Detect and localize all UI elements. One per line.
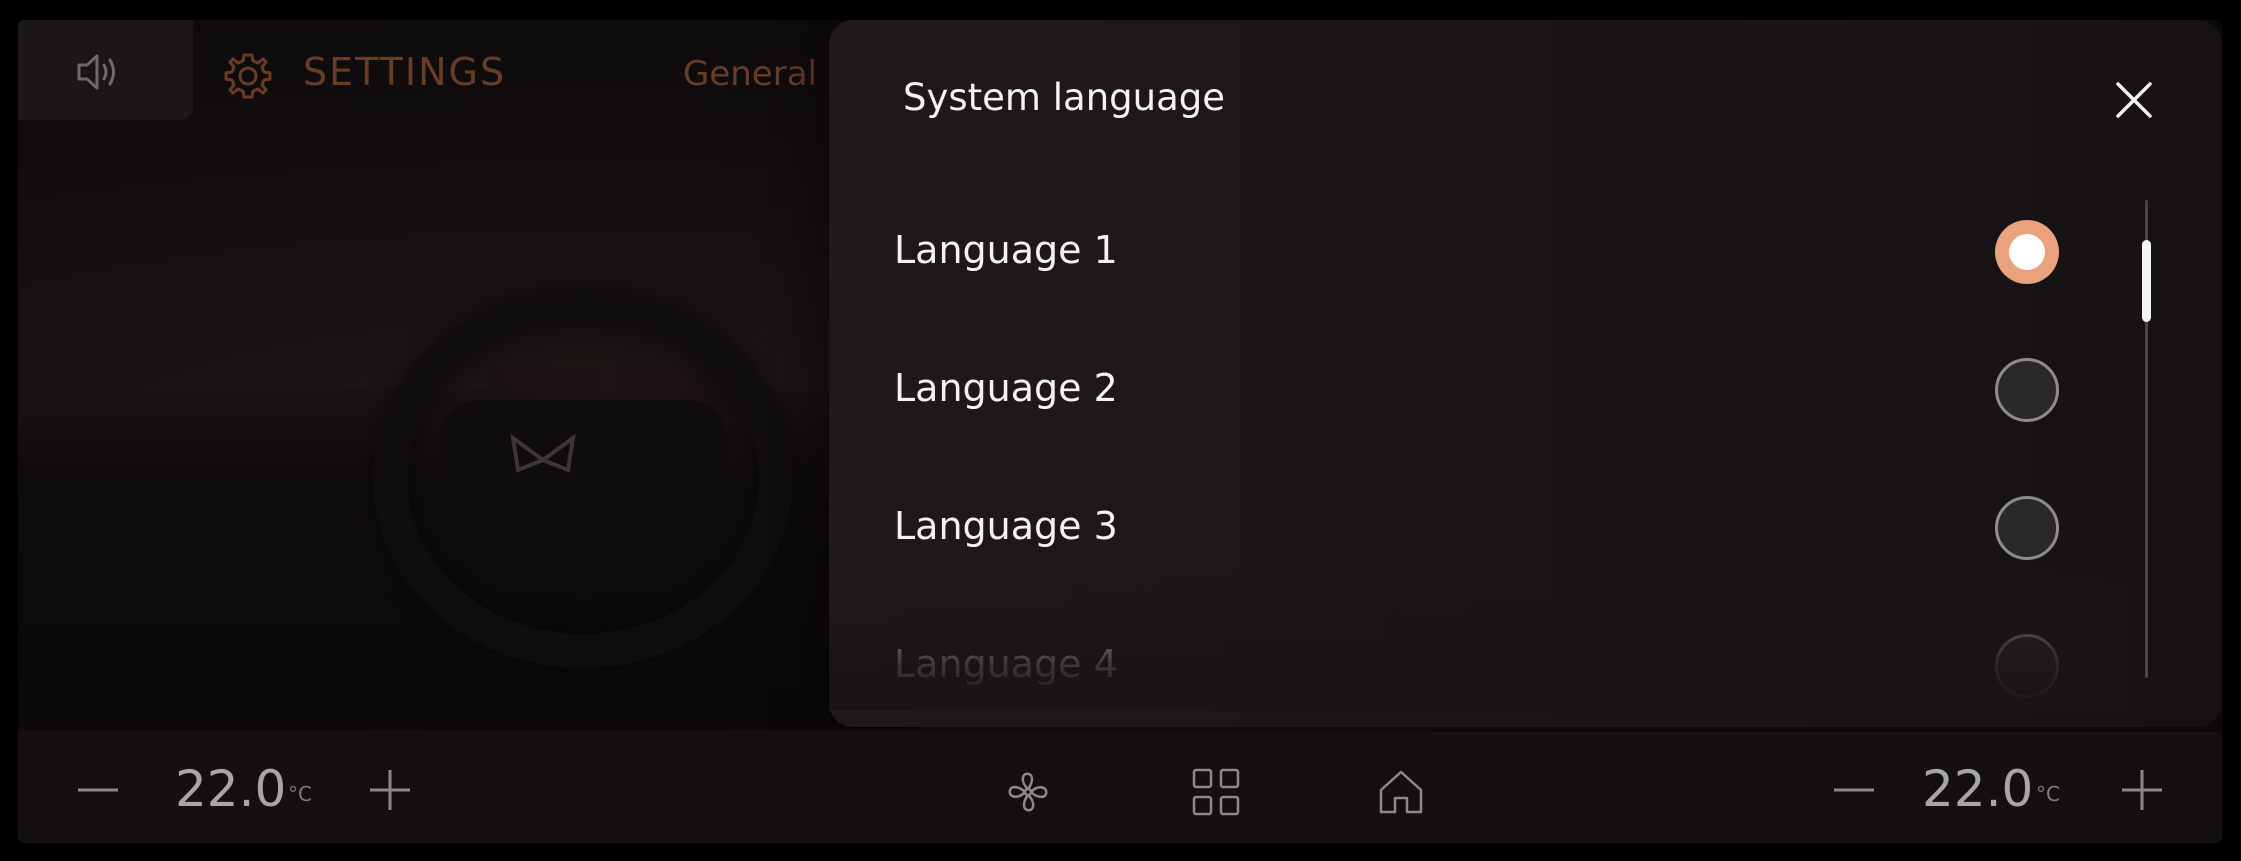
left-temperature-unit: °C [288,782,312,806]
home-icon[interactable] [1375,766,1427,818]
radio-selected[interactable] [1995,220,2059,284]
dialog-title: System language [903,76,1225,119]
scrollbar-thumb[interactable] [2142,240,2151,322]
plus-icon[interactable] [2120,768,2164,812]
minus-icon[interactable] [76,768,120,812]
language-label: Language 3 [894,504,1118,548]
left-climate: 22.0 °C [18,732,418,843]
radio-unselected[interactable] [1995,358,2059,422]
language-label: Language 1 [894,228,1118,272]
minus-icon[interactable] [1832,768,1876,812]
language-label: Language 2 [894,366,1118,410]
infotainment-screen: SETTINGS General System language Languag… [18,20,2222,843]
plus-icon[interactable] [368,768,412,812]
bottom-bar: 22.0 °C 22.0 °C [18,732,2222,843]
list-item-language-2[interactable]: Language 2 [829,328,2129,448]
volume-tab[interactable] [18,20,193,120]
right-temperature-unit: °C [2036,782,2060,806]
volume-icon[interactable] [73,50,125,94]
gear-icon [224,53,272,99]
page-title: SETTINGS [303,50,507,94]
radio-unselected[interactable] [1995,634,2059,698]
right-climate: 22.0 °C [1818,732,2222,843]
system-language-dialog: System language Language 1 Language 2 La… [829,20,2222,727]
fan-icon[interactable] [1002,766,1054,818]
right-temperature-value: 22.0 [1922,760,2034,818]
language-list: Language 1 Language 2 Language 3 Languag… [829,190,2129,710]
list-item-language-3[interactable]: Language 3 [829,466,2129,586]
apps-grid-icon[interactable] [1190,766,1242,818]
radio-unselected[interactable] [1995,496,2059,560]
left-temperature-value: 22.0 [175,760,287,818]
language-label: Language 4 [894,642,1118,686]
list-item-language-4[interactable]: Language 4 [829,604,2129,710]
close-icon[interactable] [2112,78,2156,122]
list-item-language-1[interactable]: Language 1 [829,190,2129,310]
tab-general[interactable]: General [683,54,817,94]
